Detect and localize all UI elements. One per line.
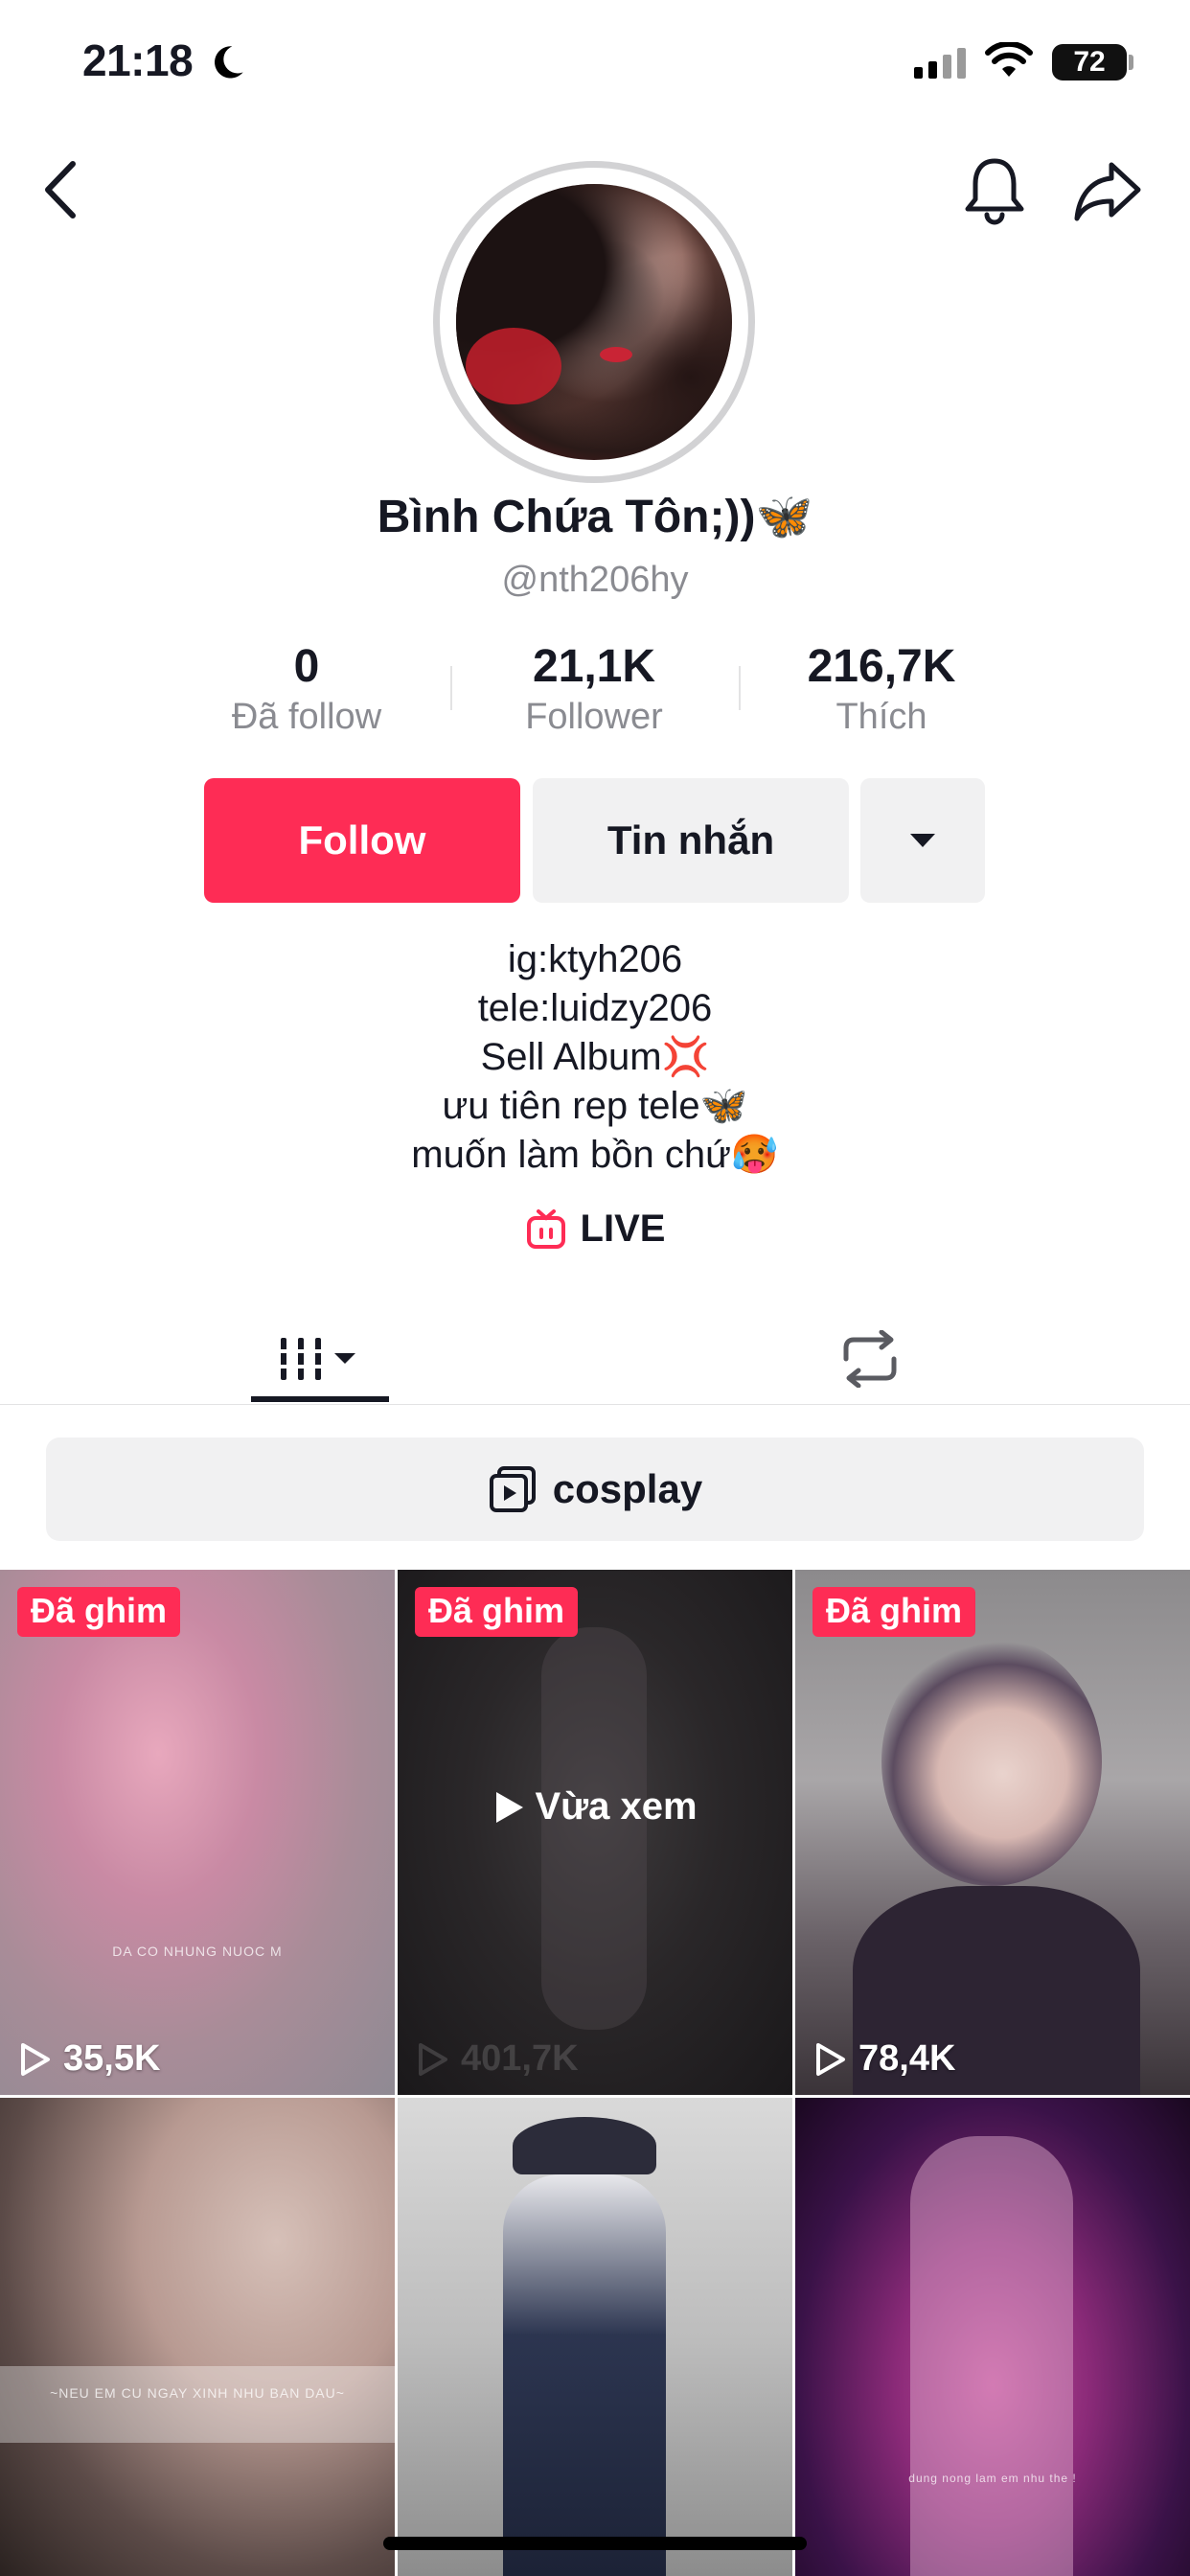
- video-tile[interactable]: Đã ghim 78,4K: [795, 1570, 1190, 2095]
- tab-active-indicator: [251, 1396, 389, 1402]
- playlist-cosplay[interactable]: cosplay: [46, 1438, 1144, 1541]
- watched-text: Vừa xem: [535, 1785, 698, 1828]
- bio-line: tele:luidzy206: [477, 987, 713, 1029]
- moon-icon: [215, 46, 243, 79]
- video-tile[interactable]: [398, 2098, 792, 2576]
- live-link[interactable]: LIVE: [0, 1208, 1190, 1251]
- message-button[interactable]: Tin nhắn: [533, 778, 849, 903]
- stat-label: Follower: [525, 697, 663, 737]
- status-time: 21:18: [82, 35, 194, 85]
- username: @nth206hy: [501, 560, 689, 600]
- live-tv-icon: [526, 1208, 565, 1249]
- live-label: LIVE: [580, 1208, 666, 1250]
- home-indicator: [383, 2537, 807, 2550]
- video-caption: DA CO NHUNG NUOC M: [112, 1944, 283, 1959]
- video-tile[interactable]: DA CO NHUNG NUOC M Đã ghim 35,5K: [0, 1570, 395, 2095]
- stat-value: 21,1K: [532, 641, 656, 692]
- view-count: 35,5K: [17, 2038, 160, 2080]
- pinned-badge: Đã ghim: [812, 1587, 976, 1637]
- tab-videos[interactable]: [251, 1313, 389, 1405]
- stat-value: 0: [293, 641, 320, 692]
- caret-down-icon: [910, 834, 935, 847]
- view-count-value: 401,7K: [461, 2038, 579, 2079]
- signal-icon: [914, 48, 968, 79]
- share-icon[interactable]: [1071, 157, 1144, 224]
- playlist-label: cosplay: [552, 1466, 703, 1511]
- recently-watched-label: Vừa xem: [398, 1785, 792, 1828]
- bio-line: muốn làm bồn chứ🥵: [411, 1134, 779, 1176]
- more-options-button[interactable]: [860, 778, 985, 903]
- repost-icon: [843, 1330, 897, 1388]
- play-icon: [496, 1791, 524, 1823]
- display-name: Bình Chứa Tôn;))🦋: [377, 492, 813, 542]
- playlist-icon: [489, 1466, 536, 1512]
- wifi-icon: [985, 42, 1033, 77]
- view-count-value: 78,4K: [858, 2038, 956, 2079]
- grid-videos-icon: [275, 1338, 355, 1380]
- bio-line: Sell Album💢: [480, 1036, 710, 1078]
- follow-button[interactable]: Follow: [204, 778, 520, 903]
- battery-indicator: 72: [1052, 44, 1127, 80]
- stat-label: Thích: [835, 697, 927, 737]
- play-outline-icon: [21, 2042, 50, 2076]
- tab-reposts[interactable]: [824, 1313, 916, 1405]
- view-count-value: 35,5K: [63, 2038, 161, 2079]
- view-count: 78,4K: [812, 2038, 955, 2080]
- video-caption: ~NEU EM CU NGAY XINH NHU BAN DAU~: [50, 2385, 345, 2401]
- bio-line: ig:ktyh206: [507, 938, 683, 980]
- video-tile[interactable]: ~NEU EM CU NGAY XINH NHU BAN DAU~: [0, 2098, 395, 2576]
- stat-label: Đã follow: [231, 697, 382, 737]
- stat-following[interactable]: 0 Đã follow: [163, 640, 450, 738]
- stat-likes[interactable]: 216,7K Thích: [738, 640, 1025, 738]
- back-arrow-icon[interactable]: [38, 158, 82, 221]
- tabs-divider: [0, 1404, 1190, 1405]
- bell-icon[interactable]: [958, 155, 1031, 226]
- battery-nub: [1129, 55, 1133, 70]
- pinned-badge: Đã ghim: [415, 1587, 579, 1637]
- video-caption: dung nong lam em nhu the !: [908, 2472, 1077, 2485]
- pinned-badge: Đã ghim: [17, 1587, 181, 1637]
- video-tile[interactable]: Đã ghim Vừa xem 401,7K: [398, 1570, 792, 2095]
- play-outline-icon: [816, 2042, 845, 2076]
- view-count: 401,7K: [415, 2038, 579, 2080]
- avatar[interactable]: [456, 184, 732, 460]
- play-outline-icon: [419, 2042, 447, 2076]
- video-tile[interactable]: dung nong lam em nhu the !: [795, 2098, 1190, 2576]
- bio-line: ưu tiên rep tele🦋: [442, 1085, 748, 1127]
- bio: ig:ktyh206 tele:luidzy206 Sell Album💢 ưu…: [0, 935, 1190, 1180]
- stat-value: 216,7K: [807, 641, 956, 692]
- stat-followers[interactable]: 21,1K Follower: [450, 640, 738, 738]
